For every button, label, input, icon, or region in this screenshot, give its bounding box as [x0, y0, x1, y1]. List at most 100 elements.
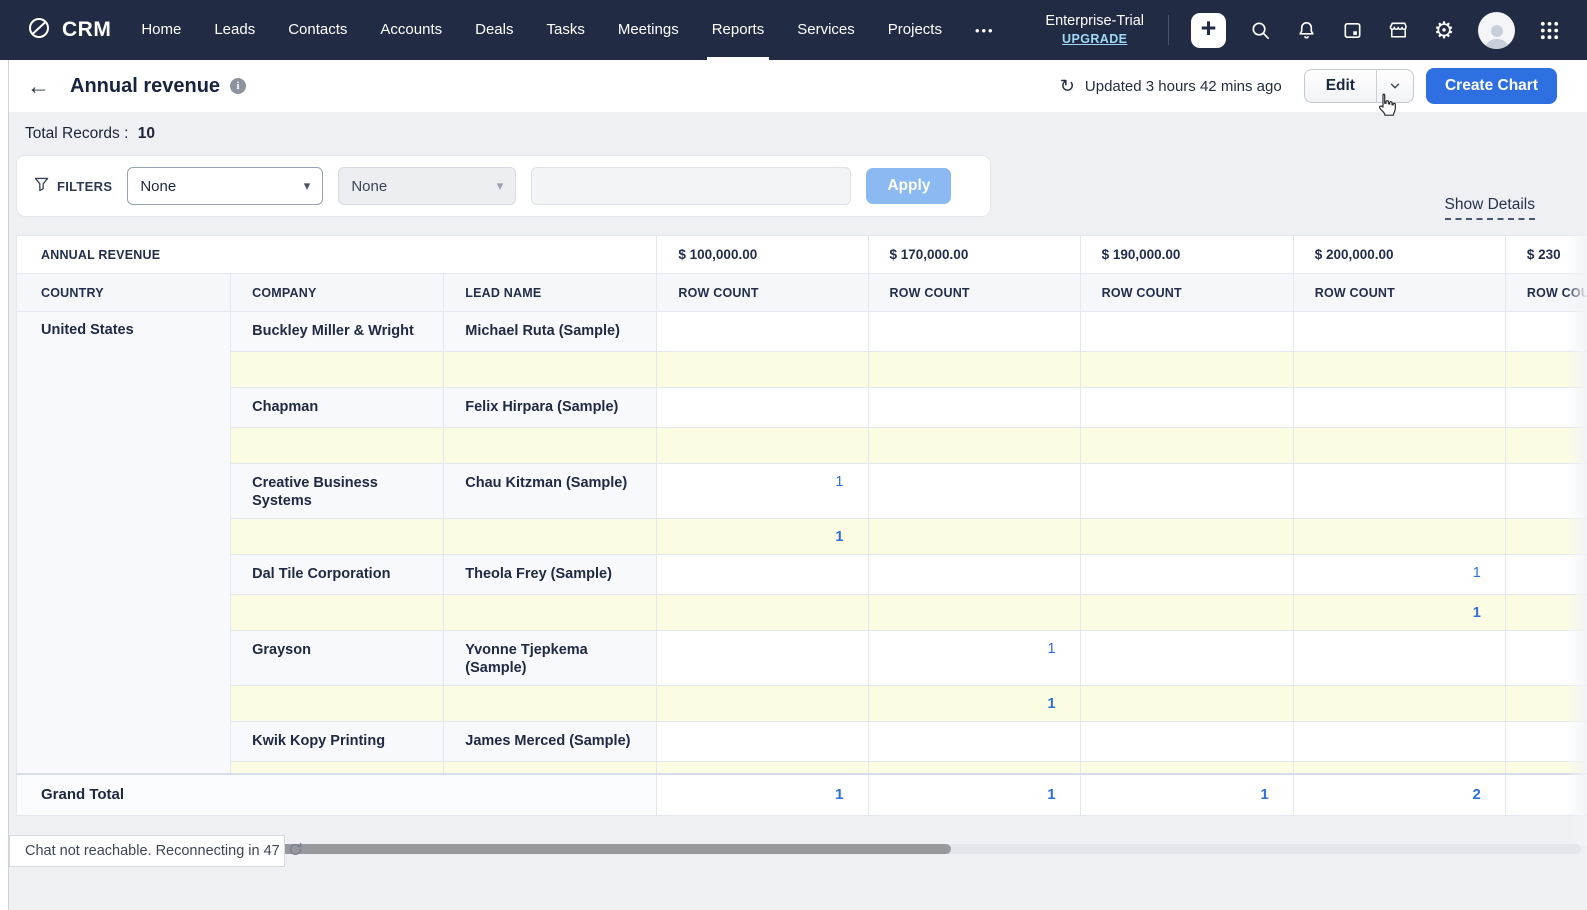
row-count-cell — [868, 519, 1080, 555]
nav-divider — [1168, 15, 1169, 45]
horizontal-scrollbar-thumb[interactable] — [269, 844, 951, 854]
subtotal-row: 1 — [17, 686, 1587, 722]
search-icon[interactable] — [1248, 18, 1272, 42]
row-count-cell — [657, 428, 868, 464]
lead-name-cell — [444, 519, 657, 555]
row-count-link[interactable]: 1 — [1047, 786, 1055, 803]
nav-item-tasks[interactable]: Tasks — [546, 0, 584, 60]
apply-button[interactable]: Apply — [866, 168, 951, 204]
marketplace-store-icon[interactable] — [1386, 18, 1410, 42]
amount-column-header: $ 170,000.00 — [868, 236, 1080, 274]
filter-field-value: None — [140, 178, 176, 195]
nav-item-accounts[interactable]: Accounts — [380, 0, 442, 60]
nav-more-icon[interactable]: ••• — [975, 23, 995, 38]
row-count-cell — [868, 762, 1080, 774]
nav-item-services[interactable]: Services — [797, 0, 855, 60]
dimension-column-header: COMPANY — [231, 274, 444, 312]
company-cell: Grayson — [231, 631, 444, 686]
row-count-link[interactable]: 1 — [1260, 786, 1268, 803]
show-details-link[interactable]: Show Details — [1445, 196, 1535, 220]
refresh-icon[interactable]: ↻ — [1060, 76, 1075, 97]
dimension-column-header: COUNTRY — [17, 274, 231, 312]
nav-item-deals[interactable]: Deals — [475, 0, 513, 60]
lead-name-cell: Yvonne Tjepkema (Sample) — [444, 631, 657, 686]
lead-name-cell: James Merced (Sample) — [444, 722, 657, 762]
row-count-column-header: ROW COUNT — [1293, 274, 1505, 312]
row-count-cell — [1505, 595, 1587, 631]
nav-item-home[interactable]: Home — [141, 0, 181, 60]
nav-item-projects[interactable]: Projects — [888, 0, 942, 60]
company-cell: Dal Tile Corporation — [231, 555, 444, 595]
row-count-cell: 1 — [657, 774, 868, 816]
row-count-cell — [1505, 312, 1587, 352]
row-count-link[interactable]: 1 — [835, 474, 843, 490]
row-count-cell — [1505, 774, 1587, 816]
lead-name-cell — [444, 595, 657, 631]
quick-create-button[interactable]: + — [1191, 13, 1226, 48]
company-cell: Chapman — [231, 388, 444, 428]
app-grid-icon[interactable] — [1537, 18, 1561, 42]
brand-name: CRM — [62, 18, 111, 42]
chevron-down-icon: ▾ — [304, 178, 311, 194]
settings-gear-icon[interactable]: ⚙ — [1432, 18, 1456, 42]
row-count-link[interactable]: 1 — [1048, 641, 1056, 657]
table-row: Kwik Kopy PrintingJames Merced (Sample) — [17, 722, 1587, 762]
page-title: Annual revenue — [70, 75, 220, 98]
create-chart-button[interactable]: Create Chart — [1426, 68, 1557, 104]
calendar-icon[interactable] — [1340, 18, 1364, 42]
info-icon[interactable]: i — [230, 78, 246, 94]
filters-panel: FILTERS None ▾ None ▾ Apply — [16, 155, 991, 217]
filter-condition-dropdown[interactable]: None ▾ — [338, 167, 516, 205]
plan-name: Enterprise-Trial — [1045, 12, 1144, 31]
notifications-bell-icon[interactable] — [1294, 18, 1318, 42]
grand-total-label: Grand Total — [17, 774, 657, 816]
row-count-link[interactable]: 1 — [835, 529, 843, 545]
nav-item-leads[interactable]: Leads — [214, 0, 255, 60]
plan-info: Enterprise-Trial UPGRADE — [1045, 12, 1144, 47]
row-count-cell — [1505, 388, 1587, 428]
row-count-cell — [1080, 352, 1293, 388]
row-count-link[interactable]: 1 — [1473, 605, 1481, 621]
row-count-cell — [657, 595, 868, 631]
nav-item-meetings[interactable]: Meetings — [618, 0, 679, 60]
company-cell — [231, 762, 444, 774]
company-cell — [231, 352, 444, 388]
row-count-cell — [1080, 631, 1293, 686]
table-row: Dal Tile CorporationTheola Frey (Sample)… — [17, 555, 1587, 595]
lead-name-cell — [444, 428, 657, 464]
amount-column-header: $ 230 — [1505, 236, 1587, 274]
row-count-cell — [1080, 722, 1293, 762]
row-count-cell: 1 — [1293, 555, 1505, 595]
row-count-link[interactable]: 1 — [1048, 696, 1056, 712]
subtotal-row: 1 — [17, 519, 1587, 555]
amount-column-header: $ 200,000.00 — [1293, 236, 1505, 274]
edit-dropdown-button[interactable] — [1376, 70, 1413, 102]
back-arrow-icon[interactable]: ← — [27, 75, 50, 98]
company-cell: Kwik Kopy Printing — [231, 722, 444, 762]
row-count-cell — [657, 555, 868, 595]
filter-field-dropdown[interactable]: None ▾ — [127, 167, 323, 205]
last-updated-text: Updated 3 hours 42 mins ago — [1085, 78, 1282, 95]
row-count-cell — [1080, 428, 1293, 464]
sync-icon[interactable] — [288, 842, 303, 861]
subtotal-row — [17, 352, 1587, 388]
row-count-cell — [1080, 519, 1293, 555]
edit-button[interactable]: Edit — [1305, 70, 1376, 102]
row-count-link[interactable]: 1 — [1473, 565, 1481, 581]
company-cell: Creative Business Systems — [231, 464, 444, 519]
row-count-cell — [1080, 388, 1293, 428]
row-count-column-header: ROW COUNT — [1080, 274, 1293, 312]
table-row: Creative Business SystemsChau Kitzman (S… — [17, 464, 1587, 519]
upgrade-link[interactable]: UPGRADE — [1045, 31, 1144, 47]
row-count-cell — [1080, 762, 1293, 774]
filter-value-input[interactable] — [531, 167, 851, 205]
nav-item-reports[interactable]: Reports — [712, 0, 765, 60]
nav-item-contacts[interactable]: Contacts — [288, 0, 347, 60]
total-records: Total Records : 10 — [25, 125, 155, 143]
brand[interactable]: CRM — [26, 15, 111, 46]
row-count-link[interactable]: 1 — [835, 786, 843, 803]
row-count-cell — [1293, 428, 1505, 464]
row-count-link[interactable]: 2 — [1473, 786, 1481, 803]
user-avatar[interactable] — [1478, 12, 1515, 49]
nav-items: Home Leads Contacts Accounts Deals Tasks Meeti… — [141, 0, 942, 60]
